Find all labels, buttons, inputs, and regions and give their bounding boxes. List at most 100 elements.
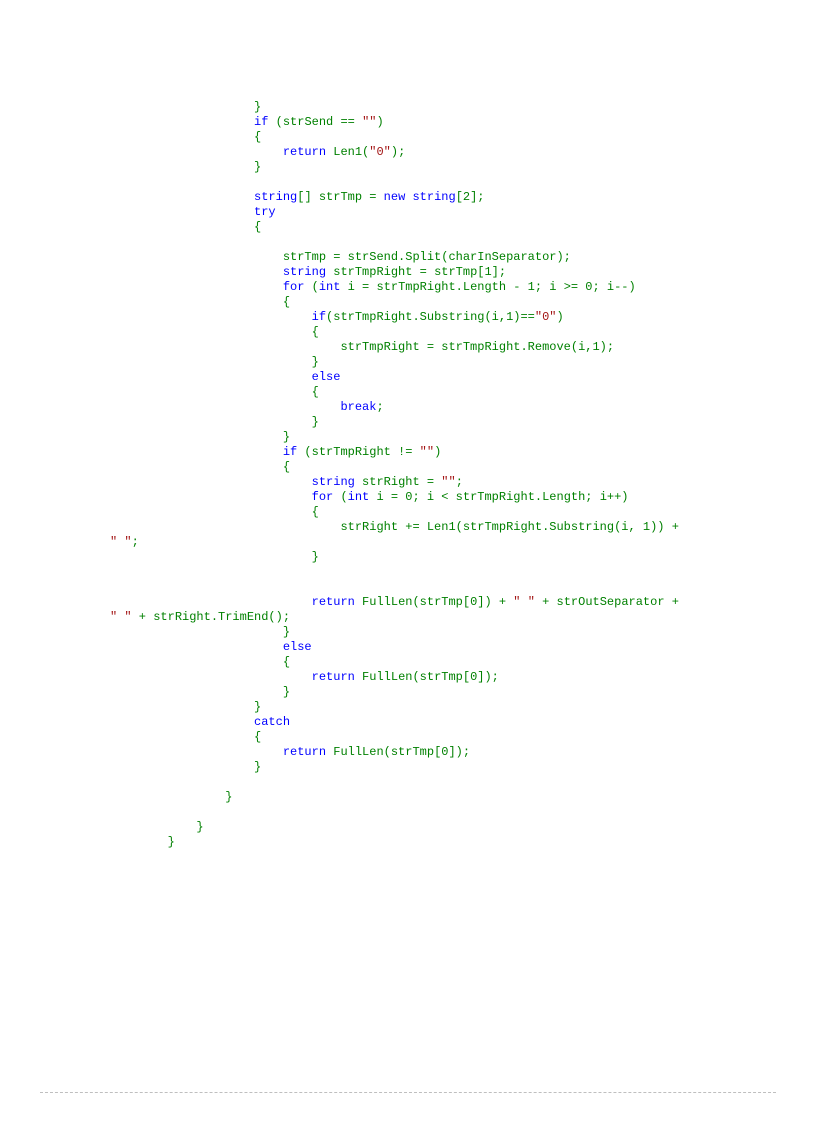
code-token: return: [283, 745, 326, 759]
code-token: " ": [110, 535, 132, 549]
code-line: catch: [110, 715, 816, 730]
code-token: "0": [535, 310, 557, 324]
code-line: }: [110, 820, 816, 835]
code-token: "": [420, 445, 434, 459]
code-line: strRight += Len1(strTmpRight.Substring(i…: [110, 520, 816, 535]
code-token: }: [225, 790, 232, 804]
code-token: if: [254, 115, 268, 129]
code-token: {: [254, 130, 261, 144]
code-token: i = 0; i < strTmpRight.Length; i++): [369, 490, 628, 504]
code-line: {: [110, 460, 816, 475]
code-line: {: [110, 730, 816, 745]
code-token: else: [312, 370, 341, 384]
code-token: try: [254, 205, 276, 219]
code-line: " ";: [110, 535, 816, 550]
code-line: }: [110, 685, 816, 700]
code-token: int: [319, 280, 341, 294]
code-token: ;: [132, 535, 139, 549]
code-line: [110, 805, 816, 820]
code-token: Len1(: [326, 145, 369, 159]
code-token: }: [254, 100, 261, 114]
code-line: return Len1("0");: [110, 145, 816, 160]
code-token: strTmpRight = strTmpRight.Remove(i,1);: [340, 340, 614, 354]
code-token: string: [312, 475, 355, 489]
code-page: } if (strSend == "") { return Len1("0");…: [0, 0, 816, 850]
code-token: return: [312, 670, 355, 684]
code-token: {: [254, 220, 261, 234]
code-token: }: [196, 820, 203, 834]
code-line: string strRight = "";: [110, 475, 816, 490]
code-token: }: [312, 550, 319, 564]
code-token: {: [312, 385, 319, 399]
code-token: (strSend ==: [268, 115, 362, 129]
code-line: for (int i = strTmpRight.Length - 1; i >…: [110, 280, 816, 295]
code-line: }: [110, 430, 816, 445]
code-token: for: [283, 280, 305, 294]
code-token: i = strTmpRight.Length - 1; i >= 0; i--): [340, 280, 635, 294]
code-token: (strTmpRight.Substring(i,1)==: [326, 310, 535, 324]
code-line: {: [110, 385, 816, 400]
code-token: if: [283, 445, 297, 459]
code-token: }: [312, 415, 319, 429]
code-token: {: [283, 460, 290, 474]
code-line: }: [110, 100, 816, 115]
code-line: else: [110, 640, 816, 655]
code-token: new: [384, 190, 406, 204]
code-token: FullLen(strTmp[0]);: [326, 745, 470, 759]
code-line: [110, 775, 816, 790]
code-token: {: [283, 295, 290, 309]
code-line: strTmpRight = strTmpRight.Remove(i,1);: [110, 340, 816, 355]
code-token: (: [304, 280, 318, 294]
code-token: ): [557, 310, 564, 324]
code-line: }: [110, 700, 816, 715]
code-token: "": [441, 475, 455, 489]
code-line: strTmp = strSend.Split(charInSeparator);: [110, 250, 816, 265]
code-token: + strOutSeparator +: [535, 595, 686, 609]
code-token: }: [283, 685, 290, 699]
code-token: }: [283, 430, 290, 444]
code-token: for: [312, 490, 334, 504]
code-line: string strTmpRight = strTmp[1];: [110, 265, 816, 280]
code-line: {: [110, 655, 816, 670]
code-line: return FullLen(strTmp[0]);: [110, 745, 816, 760]
code-token: {: [254, 730, 261, 744]
code-token: int: [348, 490, 370, 504]
code-line: [110, 565, 816, 580]
code-token: strTmpRight = strTmp[1];: [326, 265, 506, 279]
code-token: " ": [513, 595, 535, 609]
code-token: FullLen(strTmp[0]);: [355, 670, 499, 684]
code-token: "": [362, 115, 376, 129]
code-line: }: [110, 415, 816, 430]
code-token: [2];: [456, 190, 485, 204]
code-line: }: [110, 550, 816, 565]
code-line: }: [110, 160, 816, 175]
code-line: {: [110, 325, 816, 340]
code-token: strTmp = strSend.Split(charInSeparator);: [283, 250, 571, 264]
code-line: break;: [110, 400, 816, 415]
code-line: try: [110, 205, 816, 220]
code-token: }: [254, 760, 261, 774]
code-token: ;: [376, 400, 383, 414]
code-line: }: [110, 355, 816, 370]
code-token: (: [333, 490, 347, 504]
code-token: strRight =: [355, 475, 441, 489]
code-token: string: [254, 190, 297, 204]
code-token: (strTmpRight !=: [297, 445, 419, 459]
code-token: }: [283, 625, 290, 639]
code-token: ): [376, 115, 383, 129]
code-line: [110, 175, 816, 190]
code-line: }: [110, 835, 816, 850]
code-token: return: [312, 595, 355, 609]
code-token: strRight += Len1(strTmpRight.Substring(i…: [340, 520, 686, 534]
code-token: [] strTmp =: [297, 190, 383, 204]
code-line: if (strTmpRight != ""): [110, 445, 816, 460]
code-token: " ": [110, 610, 132, 624]
code-line: else: [110, 370, 816, 385]
code-token: + strRight.TrimEnd();: [132, 610, 290, 624]
page-footer-rule: [40, 1092, 776, 1093]
code-token: "0": [369, 145, 391, 159]
code-line: [110, 235, 816, 250]
code-line: return FullLen(strTmp[0]) + " " + strOut…: [110, 595, 816, 610]
code-line: return FullLen(strTmp[0]);: [110, 670, 816, 685]
code-token: else: [283, 640, 312, 654]
